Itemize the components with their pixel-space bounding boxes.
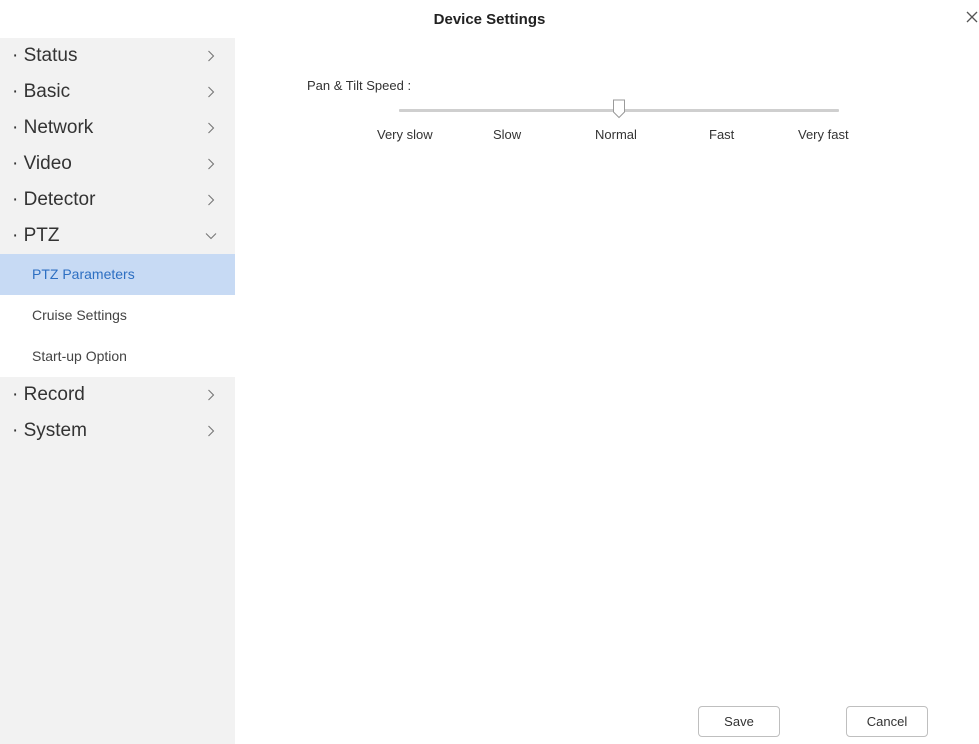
title-bar: Device Settings (0, 0, 979, 38)
chevron-right-icon (203, 413, 219, 449)
sidebar-item-label: · PTZ (12, 225, 60, 246)
save-button[interactable]: Save (698, 706, 780, 737)
main-panel: Pan & Tilt Speed : Very slow Slow Normal… (235, 38, 979, 744)
speed-option-normal: Normal (595, 127, 637, 142)
chevron-right-icon (203, 182, 219, 218)
sidebar-item-status[interactable]: · Status (0, 38, 235, 74)
chevron-right-icon (203, 74, 219, 110)
speed-option-fast: Fast (709, 127, 735, 142)
sidebar-item-label: · Network (12, 117, 94, 138)
sidebar-item-basic[interactable]: · Basic (0, 74, 235, 110)
chevron-down-icon (203, 218, 219, 254)
close-button[interactable] (965, 10, 979, 28)
chevron-right-icon (203, 38, 219, 74)
chevron-right-icon (203, 146, 219, 182)
slider-thumb[interactable] (612, 99, 626, 119)
sidebar-item-label: · Record (12, 384, 85, 405)
sidebar-subitem-start-up-option[interactable]: Start-up Option (0, 336, 235, 377)
speed-option-very-slow: Very slow (377, 127, 433, 142)
sidebar-item-ptz[interactable]: · PTZ (0, 218, 235, 254)
cancel-button[interactable]: Cancel (846, 706, 928, 737)
sidebar-item-label: · Detector (12, 189, 96, 210)
sidebar-item-system[interactable]: · System (0, 413, 235, 449)
sidebar-item-label: · Video (12, 153, 72, 174)
sidebar-item-network[interactable]: · Network (0, 110, 235, 146)
close-icon (965, 10, 979, 24)
speed-option-slow: Slow (493, 127, 522, 142)
chevron-right-icon (203, 110, 219, 146)
sidebar-item-detector[interactable]: · Detector (0, 182, 235, 218)
sidebar-item-label: · Basic (12, 81, 71, 102)
ptz-submenu: PTZ Parameters Cruise Settings Start-up … (0, 254, 235, 377)
sidebar-subitem-cruise-settings[interactable]: Cruise Settings (0, 295, 235, 336)
speed-option-very-fast: Very fast (798, 127, 849, 142)
sidebar-item-label: · System (12, 420, 87, 441)
chevron-right-icon (203, 377, 219, 413)
sidebar-subitem-ptz-parameters[interactable]: PTZ Parameters (0, 254, 235, 295)
window-title: Device Settings (433, 11, 546, 28)
sidebar-item-label: · Status (12, 45, 78, 66)
pan-tilt-speed-slider[interactable] (399, 99, 839, 119)
pan-tilt-speed-label: Pan & Tilt Speed : (307, 78, 412, 93)
sidebar: · Status · Basic · Network · Video · Det… (0, 38, 235, 744)
sidebar-item-video[interactable]: · Video (0, 146, 235, 182)
sidebar-item-record[interactable]: · Record (0, 377, 235, 413)
